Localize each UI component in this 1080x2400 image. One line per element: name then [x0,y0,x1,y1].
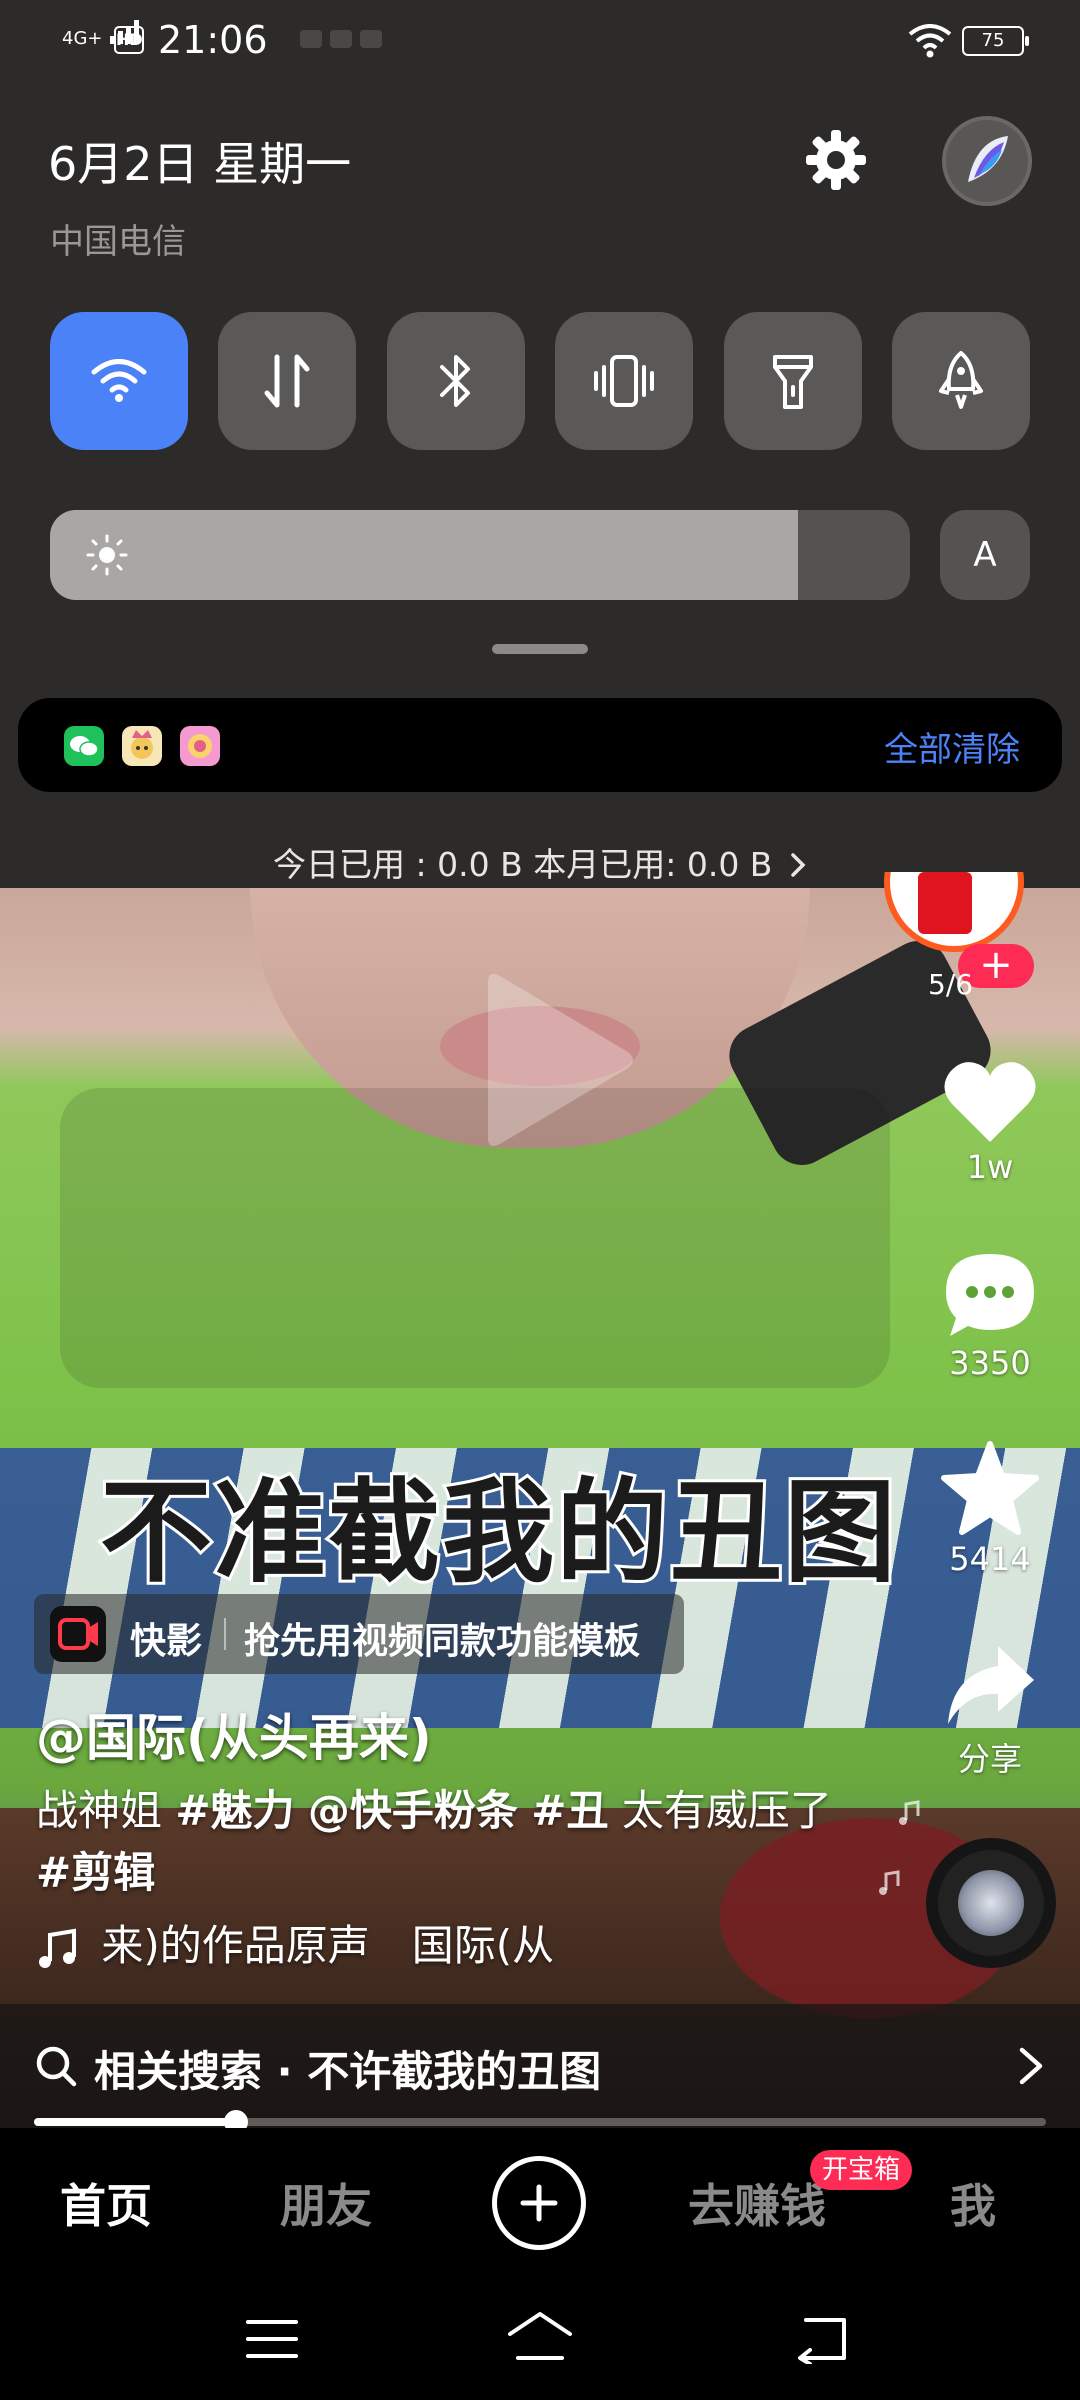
data-transfer-icon [264,354,310,408]
clear-all-button[interactable]: 全部清除 [884,722,1020,771]
related-search-bar[interactable]: 相关搜索 · 不许截我的丑图 [0,2004,1080,2128]
share-arrow-icon [948,1646,1034,1724]
comment-count: 3350 [949,1344,1031,1382]
hashtag-link[interactable]: #魅力 [175,1786,294,1835]
video-caption-overlay: 不准截我的丑图 [97,1465,899,1601]
kuaiying-app-icon [50,1606,106,1662]
rocket-icon [938,351,983,409]
data-usage-text: 今日已用 : 0.0 B 本月已用: 0.0 B [273,845,773,884]
desc-spacer [295,1786,308,1835]
wifi-status-icon [908,24,952,58]
share-label: 分享 [957,1740,1022,1778]
chevron-right-icon [791,853,806,877]
system-navigation-bar [0,2278,1080,2400]
tab-me[interactable]: 我 [950,2170,996,2236]
like-action[interactable]: 1w [930,1058,1050,1186]
favorite-action[interactable]: 5414 [930,1440,1050,1578]
desc-text: 战神姐 [36,1786,176,1835]
network-type: 4G+ [62,28,103,49]
auto-brightness-button[interactable]: A [940,510,1030,600]
bottom-tab-bar: 首页 朋友 去赚钱 开宝箱 我 [0,2128,1080,2278]
qs-tile-airplane-mode[interactable] [891,312,1030,450]
wechat-app-icon[interactable] [64,726,104,766]
hd-badge: HD [114,26,144,54]
status-notification-icons [300,30,390,52]
vibrate-icon [594,355,655,407]
status-bar: 4G+ HD 21:06 75 [0,0,1080,80]
flashlight-icon [772,355,813,409]
qs-tile-wifi[interactable] [50,312,188,450]
promo-brand: 快影 [130,1621,203,1662]
mention-link[interactable]: @快手粉条 [308,1786,518,1835]
carrier-name: 中国电信 [50,222,186,262]
notification-bar[interactable]: 全部清除 [18,698,1062,792]
kuaiying-promo-banner[interactable]: 快影 抢先用视频同款功能模板 [34,1594,684,1674]
like-count: 1w [966,1148,1014,1186]
author-name[interactable]: @国际(从头再来) [36,1698,432,1770]
floating-music-notes-icon [879,1800,920,1895]
red-packet-icon [918,872,972,934]
chevron-right-icon [1019,2047,1043,2085]
video-progress-bar[interactable] [34,2110,1046,2134]
related-search-text: 相关搜索 · 不许截我的丑图 [94,2047,602,2096]
notification-shade: 4G+ HD 21:06 75 6月2日 星期一 中国电信 A 全部清除 今日已… [0,0,1080,888]
qs-tile-flashlight[interactable] [723,312,862,450]
tab-home[interactable]: 首页 [60,2170,152,2236]
favorite-count: 5414 [949,1540,1031,1578]
quick-settings-row [50,312,1030,450]
shade-date: 6月2日 星期一 [48,137,352,191]
hashtag-link[interactable]: #丑 [531,1786,608,1835]
plus-icon [520,2184,558,2222]
search-icon [36,2046,77,2087]
progress-fill [34,2118,237,2126]
video-frame-shirt-print [60,1088,890,1388]
shade-drag-handle[interactable] [492,644,588,654]
brightness-sun-icon [86,534,128,576]
qs-tile-bluetooth[interactable] [386,312,525,450]
menu-icon[interactable] [242,2314,302,2364]
photo-page-count: 5/6 [928,968,974,1001]
create-post-button[interactable] [492,2156,586,2250]
bluetooth-icon [439,355,470,407]
heart-icon [944,1062,1036,1142]
music-note-icon [39,1928,76,1968]
video-description[interactable]: 战神姐 #魅力 @快手粉条 #丑 太有威压了 #剪辑 [36,1780,836,1904]
qs-tile-vibrate[interactable] [555,312,694,450]
status-time: 21:06 [158,18,268,62]
brightness-level-fill [50,510,799,600]
user-account-avatar[interactable] [942,116,1032,206]
comment-bubble-icon [946,1254,1034,1336]
desc-spacer [518,1786,531,1835]
kuaishou-lite-app-icon[interactable] [180,726,220,766]
battery-indicator: 75 [962,26,1029,56]
comment-action[interactable]: 3350 [930,1250,1050,1382]
game-app-icon[interactable] [122,726,162,766]
music-title: 来)的作品原声 国际(从 [101,1921,555,1970]
promo-divider [224,1618,226,1650]
share-action[interactable]: 分享 [930,1640,1050,1780]
tab-earn[interactable]: 去赚钱 [688,2170,826,2236]
brightness-slider[interactable] [50,510,910,600]
back-icon[interactable] [792,2314,852,2364]
tab-friends[interactable]: 朋友 [280,2170,372,2236]
desc-text: 太有威压了 [608,1786,832,1835]
music-marquee[interactable]: 来)的作品原声 国际(从 [36,1912,576,1972]
star-icon [941,1441,1039,1535]
account-logo-icon [968,136,1008,182]
wifi-icon [91,359,147,402]
qs-tile-mobile-data[interactable] [218,312,357,450]
hashtag-link[interactable]: #剪辑 [36,1848,155,1897]
treasure-box-badge: 开宝箱 [810,2150,913,2190]
play-icon[interactable] [478,970,638,1150]
settings-gear-icon[interactable] [804,128,868,192]
home-icon[interactable] [504,2310,576,2364]
promo-text: 抢先用视频同款功能模板 [244,1621,641,1662]
